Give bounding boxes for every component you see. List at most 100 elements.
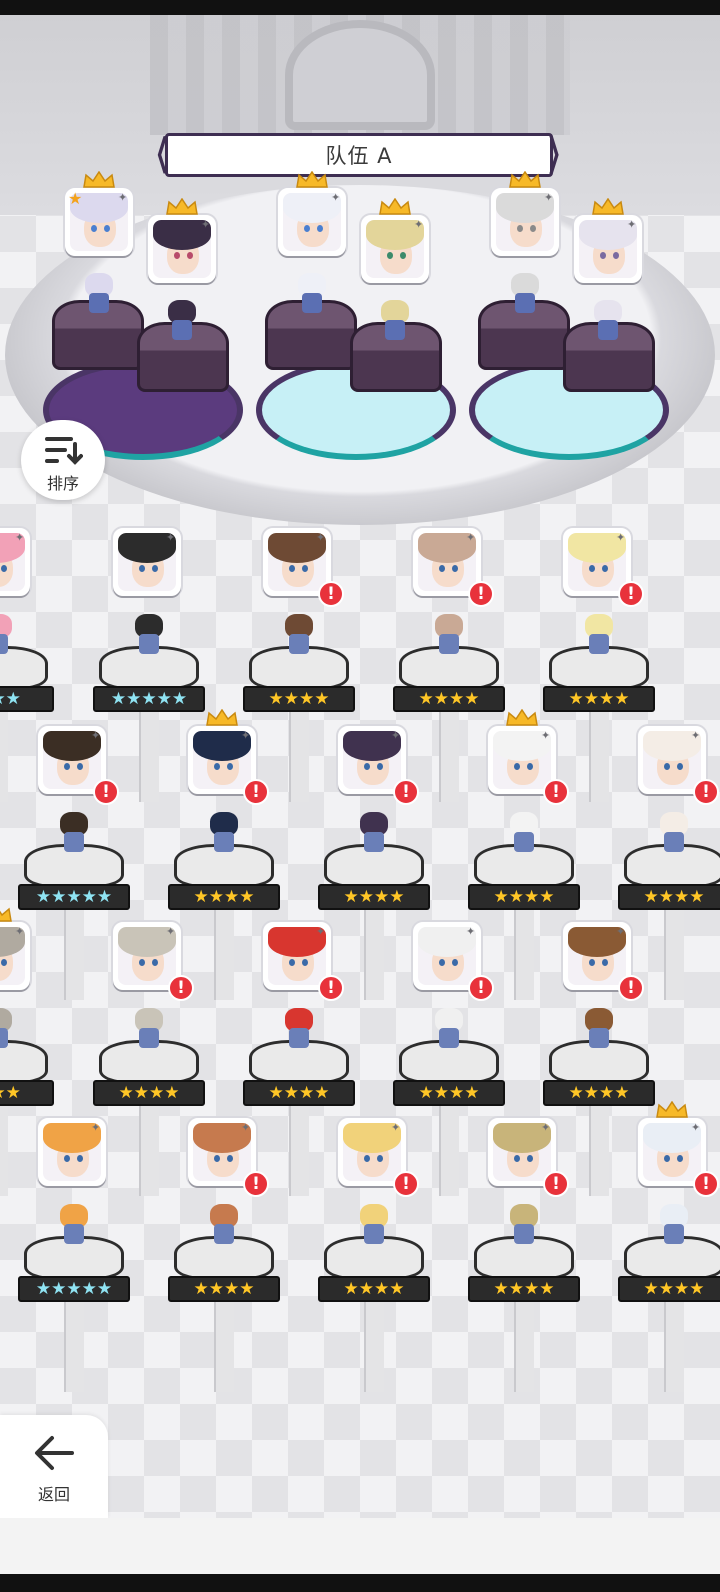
hero-pedestal[interactable]: ★★★ xyxy=(0,614,54,802)
hero-pedestal[interactable]: ★★★★ xyxy=(168,1204,280,1392)
hero-portrait[interactable]: ✦! xyxy=(188,709,269,805)
pedestal-post xyxy=(364,1302,384,1392)
crown-icon xyxy=(83,171,115,188)
team-member-portrait[interactable]: ✦ xyxy=(574,198,642,283)
hero-portrait[interactable]: ✦! xyxy=(263,922,344,1001)
hero-pedestal[interactable]: ★★★★ xyxy=(618,1204,720,1392)
sparkle-icon: ✦ xyxy=(691,1121,701,1134)
pedestal-post xyxy=(0,712,8,802)
hero-pedestal[interactable]: ★★★★ xyxy=(543,614,655,802)
team-name-banner[interactable]: ⟨ 队伍 A ⟩ xyxy=(154,132,562,177)
star-rating: ★★★★ xyxy=(543,1080,655,1106)
hero-portrait[interactable]: ✦! xyxy=(338,726,419,805)
hero-pedestal[interactable]: ★★★★ xyxy=(168,812,280,1000)
hero-portrait[interactable]: ✦! xyxy=(488,709,569,805)
star-rating: ★★★★★ xyxy=(18,884,130,910)
sparkle-icon: ✦ xyxy=(201,218,211,231)
hero-portrait[interactable]: ✦! xyxy=(413,922,494,1001)
hero-pedestal[interactable]: ★★★★ xyxy=(468,1204,580,1392)
sparkle-icon: ✦ xyxy=(391,729,401,742)
hero-pedestal[interactable]: ★★★★ xyxy=(543,1008,655,1196)
hero-pedestal[interactable]: ★★★★ xyxy=(93,1008,205,1196)
sparkle-icon: ✦ xyxy=(466,531,476,544)
crown-icon xyxy=(206,709,238,726)
team-member-sprite xyxy=(355,300,435,360)
sparkle-icon: ✦ xyxy=(541,1121,551,1134)
team-member-portrait[interactable]: ✦ ★ xyxy=(65,171,133,256)
hero-sprite xyxy=(54,1204,94,1248)
hero-pedestal[interactable]: ★★★★ xyxy=(468,812,580,1000)
hero-portrait[interactable]: ✦! xyxy=(338,1118,419,1197)
alert-icon: ! xyxy=(318,975,344,1001)
sparkle-icon: ✦ xyxy=(241,729,251,742)
hero-portrait[interactable]: ✦ xyxy=(0,907,30,990)
pedestal-post xyxy=(64,1302,84,1392)
hero-portrait[interactable]: ✦! xyxy=(638,726,719,805)
team-member-portrait[interactable]: ✦ xyxy=(278,171,346,256)
alert-icon: ! xyxy=(243,779,269,805)
hero-sprite xyxy=(279,614,319,658)
hero-pedestal[interactable]: ★★★★ xyxy=(393,1008,505,1196)
hero-pedestal[interactable]: ★★★★★ xyxy=(93,614,205,802)
crown-icon xyxy=(379,198,411,215)
hero-portrait[interactable]: ✦! xyxy=(563,528,644,607)
team-member-sprite xyxy=(485,273,565,333)
sparkle-icon: ✦ xyxy=(414,218,424,231)
hero-pedestal[interactable]: ★★★★ xyxy=(393,614,505,802)
pedestal-post xyxy=(289,1106,309,1196)
hero-portrait[interactable]: ✦ xyxy=(38,1118,106,1186)
hero-pedestal[interactable]: ★★★★ xyxy=(318,812,430,1000)
star-rating: ★★★★ xyxy=(318,1276,430,1302)
hero-pedestal[interactable]: ★★★★ xyxy=(618,812,720,1000)
star-badge-icon: ★ xyxy=(68,189,83,208)
alert-icon: ! xyxy=(543,779,569,805)
back-button[interactable]: 返回 xyxy=(0,1415,108,1518)
hero-portrait[interactable]: ✦! xyxy=(638,1101,719,1197)
sparkle-icon: ✦ xyxy=(91,1121,101,1134)
alert-icon: ! xyxy=(243,1171,269,1197)
hero-sprite xyxy=(129,614,169,658)
star-rating: ★★★★ xyxy=(318,884,430,910)
sparkle-icon: ✦ xyxy=(627,218,637,231)
hero-portrait[interactable]: ✦! xyxy=(563,922,644,1001)
game-screen: ⟨ 队伍 A ⟩ ✦★✦✦✦✦✦ ★★★✦★★★★★✦★★★★✦!★★★★✦!★… xyxy=(0,0,720,1592)
hero-sprite xyxy=(204,812,244,856)
hero-pedestal[interactable]: ★★★★ xyxy=(318,1204,430,1392)
alert-icon: ! xyxy=(693,1171,719,1197)
hero-portrait[interactable]: ✦! xyxy=(488,1118,569,1197)
hero-sprite xyxy=(504,1204,544,1248)
star-rating: ★★★★★ xyxy=(18,1276,130,1302)
hero-portrait[interactable]: ✦! xyxy=(188,1118,269,1197)
team-member-portrait[interactable]: ✦ xyxy=(491,171,559,256)
team-member-sprite xyxy=(142,300,222,360)
star-rating: ★★★★ xyxy=(243,1080,355,1106)
prev-team-arrow-icon[interactable]: ⟨ xyxy=(154,132,172,178)
hero-pedestal[interactable]: ★★★ xyxy=(0,1008,54,1196)
team-member-portrait[interactable]: ✦ xyxy=(361,198,429,283)
alert-icon: ! xyxy=(93,779,119,805)
hero-portrait[interactable]: ✦! xyxy=(413,528,494,607)
hero-portrait[interactable]: ✦ xyxy=(0,528,30,596)
hero-pedestal[interactable]: ★★★★★ xyxy=(18,812,130,1000)
hero-pedestal[interactable]: ★★★★ xyxy=(243,1008,355,1196)
hero-portrait[interactable]: ✦ xyxy=(113,528,181,596)
star-rating: ★★★★ xyxy=(168,884,280,910)
sparkle-icon: ✦ xyxy=(466,925,476,938)
star-rating: ★★★ xyxy=(0,686,54,712)
hero-pedestal[interactable]: ★★★★ xyxy=(243,614,355,802)
navigation-bar xyxy=(0,1518,720,1592)
team-member-sprite xyxy=(568,300,648,360)
crown-icon xyxy=(592,198,624,215)
alert-icon: ! xyxy=(318,581,344,607)
next-team-arrow-icon[interactable]: ⟩ xyxy=(546,132,564,178)
sort-button[interactable]: 排序 xyxy=(21,420,105,500)
pedestal-post xyxy=(139,712,159,802)
hero-pedestal[interactable]: ★★★★★ xyxy=(18,1204,130,1392)
pedestal-post xyxy=(439,1106,459,1196)
hero-portrait[interactable]: ✦! xyxy=(113,922,194,1001)
hero-sprite xyxy=(0,614,18,658)
hero-portrait[interactable]: ✦! xyxy=(38,726,119,805)
hero-portrait[interactable]: ✦! xyxy=(263,528,344,607)
sparkle-icon: ✦ xyxy=(118,191,128,204)
team-member-portrait[interactable]: ✦ xyxy=(148,198,216,283)
